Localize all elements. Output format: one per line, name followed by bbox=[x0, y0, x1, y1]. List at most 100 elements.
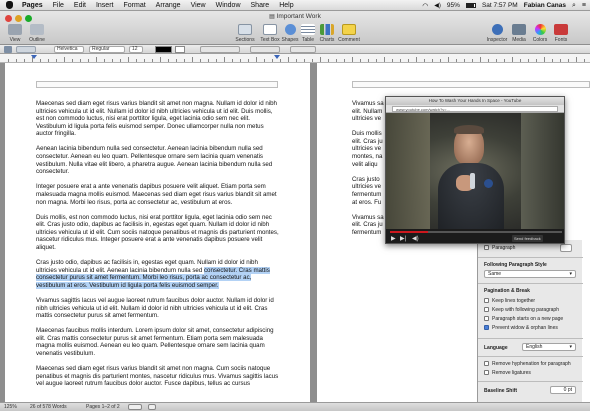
following-style-select[interactable]: Same ▾ bbox=[484, 270, 576, 278]
video-controls: ▶ ▶| ◀) Send feedback bbox=[386, 229, 564, 243]
keep-with-following-option[interactable]: Keep with following paragraph bbox=[484, 306, 563, 315]
volume-icon[interactable]: ◀) bbox=[412, 235, 419, 242]
paragraph[interactable]: Maecenas sed diam eget risus varius blan… bbox=[36, 100, 280, 138]
ruler-tick bbox=[208, 59, 209, 62]
remove-ligatures-option[interactable]: Remove ligatures bbox=[484, 369, 571, 378]
ruler-tick bbox=[136, 59, 137, 62]
menu-file[interactable]: File bbox=[48, 2, 69, 9]
header-area[interactable] bbox=[352, 81, 590, 88]
ruler-tick bbox=[152, 59, 153, 62]
wifi-icon[interactable]: ◠ bbox=[422, 2, 428, 10]
remove-hyphenation-option[interactable]: Remove hyphenation for paragraph bbox=[484, 360, 571, 369]
comment-button[interactable]: Comment bbox=[334, 24, 364, 43]
alignment-buttons[interactable] bbox=[200, 46, 240, 53]
starts-new-page-checkbox[interactable] bbox=[484, 316, 489, 322]
video-popup-window[interactable]: How To Wash Your Hands In Space - YouTub… bbox=[385, 96, 565, 244]
play-icon[interactable]: ▶ bbox=[391, 235, 396, 242]
search-icon[interactable]: ⌕ bbox=[572, 2, 576, 10]
ruler-tick bbox=[104, 59, 105, 62]
paragraph-checkbox[interactable] bbox=[484, 245, 489, 251]
window-toolbar: ▤ Important Work View Outline Sections T… bbox=[0, 11, 590, 45]
paragraph-style-icon[interactable] bbox=[16, 46, 36, 53]
ruler-tick bbox=[8, 59, 9, 62]
menu-help[interactable]: Help bbox=[274, 2, 298, 9]
format-bar: Helvetica Regular 12 bbox=[0, 45, 590, 54]
columns-buttons[interactable] bbox=[290, 46, 316, 53]
fonts-button[interactable]: Fonts bbox=[546, 24, 576, 43]
ruler-tick bbox=[24, 59, 25, 62]
right-indent-marker[interactable] bbox=[274, 55, 280, 59]
prevent-widow-option[interactable]: Prevent widow & orphan lines bbox=[484, 324, 563, 333]
menu-share[interactable]: Share bbox=[246, 2, 275, 9]
apple-menu-icon[interactable] bbox=[6, 1, 13, 9]
paragraph[interactable]: Integer posuere erat a ante venenatis da… bbox=[36, 183, 280, 206]
outline-button[interactable]: Outline bbox=[22, 24, 52, 43]
volume-icon[interactable]: ◀) bbox=[434, 2, 441, 9]
ruler-tick bbox=[280, 59, 281, 62]
remove-hyphenation-checkbox[interactable] bbox=[484, 361, 489, 367]
menu-format[interactable]: Format bbox=[118, 2, 150, 9]
next-icon[interactable]: ▶| bbox=[400, 235, 406, 242]
menu-insert[interactable]: Insert bbox=[91, 2, 119, 9]
baseline-shift-field[interactable]: 0 pt bbox=[550, 386, 576, 394]
ruler-tick bbox=[440, 59, 441, 62]
paragraph[interactable]: Maecenas faucibus mollis interdum. Lorem… bbox=[36, 327, 280, 357]
page-count[interactable]: Pages 1–2 of 2 bbox=[86, 404, 120, 410]
paragraph-checkbox-row[interactable]: Paragraph bbox=[484, 245, 515, 251]
paragraph-stepper[interactable] bbox=[560, 244, 572, 252]
ruler[interactable] bbox=[0, 54, 590, 63]
menu-edit[interactable]: Edit bbox=[69, 2, 91, 9]
ruler-tick bbox=[88, 59, 89, 62]
ruler-tick bbox=[192, 57, 193, 62]
page-1[interactable]: Maecenas sed diam eget risus varius blan… bbox=[5, 63, 310, 402]
font-family-select[interactable]: Helvetica bbox=[54, 46, 84, 53]
ruler-tick bbox=[304, 59, 305, 62]
spacing-buttons[interactable] bbox=[250, 46, 280, 53]
menu-arrange[interactable]: Arrange bbox=[151, 2, 186, 9]
styles-drawer-icon[interactable] bbox=[4, 46, 12, 53]
ruler-tick bbox=[456, 59, 457, 62]
clock[interactable]: Sat 7:57 PM bbox=[482, 2, 518, 9]
paragraph[interactable]: Aenean lacinia bibendum nulla sed consec… bbox=[36, 145, 280, 175]
video-frame[interactable] bbox=[386, 113, 564, 229]
text-color-well[interactable] bbox=[155, 46, 172, 53]
page-nav-buttons[interactable] bbox=[128, 404, 142, 410]
divider bbox=[478, 257, 583, 258]
word-count[interactable]: 26 of 578 Words bbox=[30, 404, 67, 410]
paragraph-with-selection[interactable]: Cras justo odio, dapibus ac facilisis in… bbox=[36, 259, 280, 289]
keep-with-following-checkbox[interactable] bbox=[484, 307, 489, 313]
video-window-titlebar[interactable]: How To Wash Your Hands In Space - YouTub… bbox=[386, 97, 564, 105]
page-1-body[interactable]: Maecenas sed diam eget risus varius blan… bbox=[36, 100, 280, 395]
thumbnail-toggle[interactable] bbox=[148, 404, 156, 410]
battery-icon[interactable] bbox=[465, 3, 476, 8]
paragraph[interactable]: Duis mollis, est non commodo luctus, nis… bbox=[36, 214, 280, 252]
highlight-color-well[interactable] bbox=[175, 46, 185, 53]
ruler-tick bbox=[432, 59, 433, 62]
ruler-tick bbox=[296, 59, 297, 62]
progress-bar[interactable] bbox=[390, 231, 562, 233]
list-icon[interactable]: ≡ bbox=[582, 2, 586, 9]
battery-percent[interactable]: 95% bbox=[447, 2, 460, 9]
zoom-select[interactable]: 125% bbox=[4, 404, 17, 410]
remove-ligatures-checkbox[interactable] bbox=[484, 370, 489, 376]
paragraph[interactable]: Vivamus sagittis lacus vel augue laoreet… bbox=[36, 297, 280, 320]
keep-lines-together-checkbox[interactable] bbox=[484, 298, 489, 304]
feedback-button[interactable]: Send feedback bbox=[512, 235, 543, 242]
ruler-tick bbox=[264, 59, 265, 62]
font-size-field[interactable]: 12 bbox=[129, 46, 143, 53]
font-style-select[interactable]: Regular bbox=[89, 46, 125, 53]
header-area[interactable] bbox=[36, 81, 278, 88]
url-field[interactable]: www.youtube.com/watch?v=... bbox=[392, 106, 558, 112]
menu-app-pages[interactable]: Pages bbox=[17, 2, 48, 9]
left-indent-marker[interactable] bbox=[31, 55, 37, 59]
starts-new-page-option[interactable]: Paragraph starts on a new page bbox=[484, 315, 563, 324]
language-select[interactable]: English ▾ bbox=[522, 343, 576, 351]
paragraph[interactable]: Maecenas sed diam eget risus varius blan… bbox=[36, 365, 280, 388]
ruler-tick bbox=[216, 59, 217, 62]
user-name[interactable]: Fabian Canas bbox=[524, 2, 566, 9]
menu-window[interactable]: Window bbox=[211, 2, 246, 9]
prevent-widow-checkbox[interactable] bbox=[484, 325, 489, 331]
menu-view[interactable]: View bbox=[186, 2, 211, 9]
ruler-tick bbox=[376, 59, 377, 62]
keep-lines-together-option[interactable]: Keep lines together bbox=[484, 297, 563, 306]
